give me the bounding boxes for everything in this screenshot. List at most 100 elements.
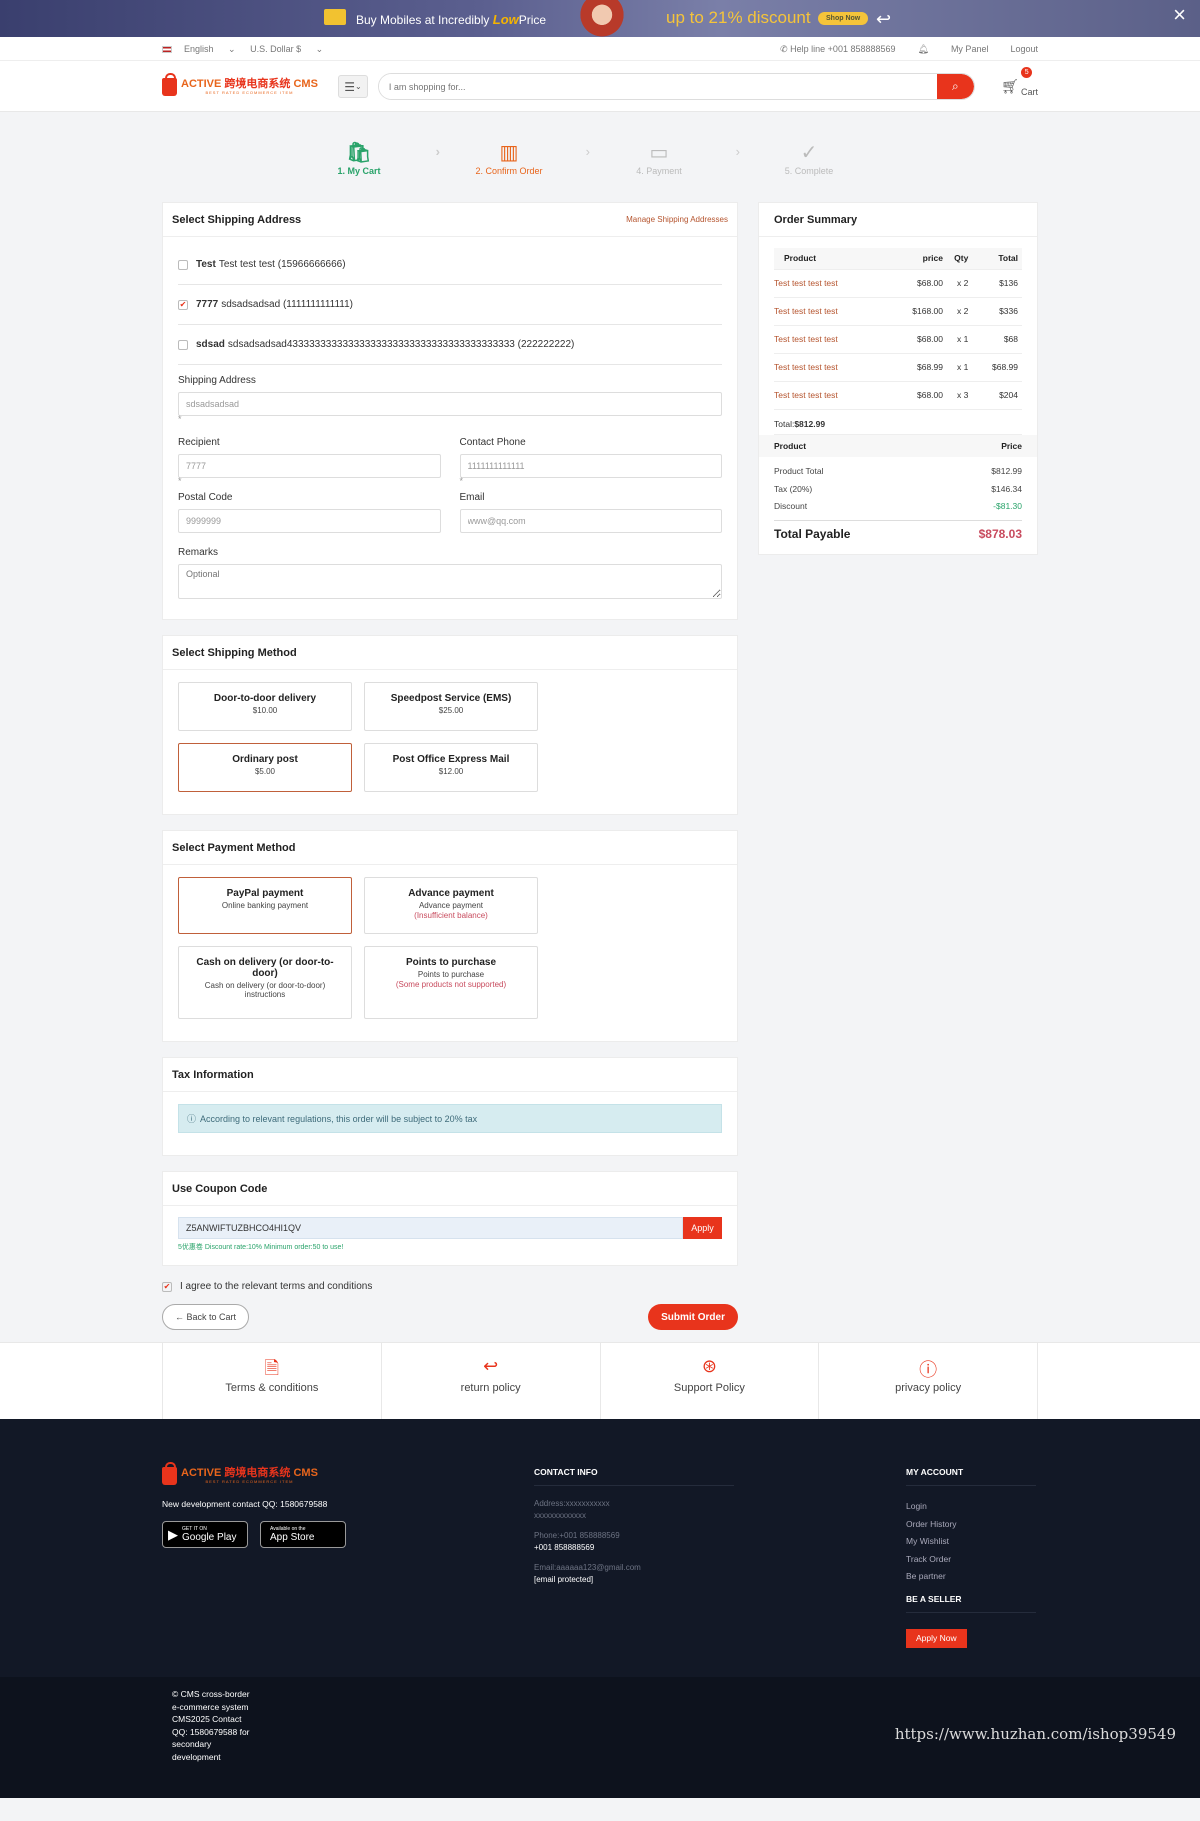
currency-select[interactable]: U.S. Dollar $ ⌄ [250,44,323,54]
footer-link-login[interactable]: Login [906,1498,1038,1516]
footer-link-wishlist[interactable]: My Wishlist [906,1533,1038,1551]
shipping-option-ems[interactable]: Speedpost Service (EMS) $25.00 [364,682,538,731]
contact-info-title: CONTACT INFO [534,1467,734,1486]
lifebuoy-icon: ⊛ [701,1356,717,1376]
shop-now-button[interactable]: Shop Now [818,12,869,25]
apply-coupon-button[interactable]: Apply [683,1217,722,1239]
search-input[interactable] [378,74,937,99]
shipping-address-label: Shipping Address [178,375,256,386]
check-circle-icon: ✓ [800,142,818,164]
promo-banner[interactable]: Buy Mobiles at Incredibly LowPrice up to… [0,0,1200,37]
shopping-bag-logo-icon [162,72,177,96]
footer-logo[interactable]: ACTIVE 跨境电商系统 CMS BEST RATED ECOMMERCE I… [162,1462,534,1485]
category-menu-button[interactable]: ☰ ⌄ [337,75,368,98]
address-checkbox[interactable] [178,339,188,350]
recipient-field[interactable] [178,454,441,478]
phone-icon: ✆ [780,43,788,54]
manage-addresses-link[interactable]: Manage Shipping Addresses [626,215,728,224]
product-link[interactable]: Test test test test [774,353,889,382]
terms-agreement[interactable]: ✔ I agree to the relevant terms and cond… [162,1281,738,1292]
my-account-title: MY ACCOUNT [906,1467,1036,1486]
remarks-field[interactable] [178,564,722,599]
order-summary-card: Order Summary Product price Qty Total Te… [758,202,1038,555]
watermark-text: https://www.huzhan.com/ishop39549 [894,1725,1176,1743]
product-link[interactable]: Test test test test [774,381,889,410]
step-complete: ✓ 5. Complete [734,140,884,196]
promo-model-image [574,0,630,37]
address-checkbox[interactable] [178,259,188,270]
product-link[interactable]: Test test test test [774,269,889,298]
section-title: Tax Information [172,1068,254,1081]
footer: ACTIVE 跨境电商系统 CMS BEST RATED ECOMMERCE I… [0,1419,1200,1677]
footer-link-be-partner[interactable]: Be partner [906,1568,1038,1586]
footer-link-order-history[interactable]: Order History [906,1516,1038,1534]
payment-option-cod[interactable]: Cash on delivery (or door-to-door) Cash … [178,946,352,1019]
table-row: Test test test test $68.99 x 1 $68.99 [774,353,1022,382]
policy-return[interactable]: ↩ return policy [382,1343,601,1419]
bell-icon[interactable]: 🔔︎ [918,44,929,55]
app-store-button[interactable]: Available on the App Store [260,1521,346,1548]
search-bar: ⌕ [377,73,975,100]
shipping-option-ordinary-post[interactable]: Ordinary post $5.00 [178,743,352,792]
footer-link-track-order[interactable]: Track Order [906,1551,1038,1569]
remarks-label: Remarks [178,547,219,558]
footer-phone: Phone:+001 858888569 +001 858888569 [534,1531,620,1552]
language-select[interactable]: English ⌄ [162,44,236,54]
shipping-address-field[interactable] [178,392,722,416]
items-total: Total:$812.99 [774,410,1022,435]
shipping-option-express-mail[interactable]: Post Office Express Mail $12.00 [364,743,538,792]
address-option[interactable]: Test Test test test (15966666666) [178,245,722,285]
product-total-line: Product Total $812.99 [774,466,1022,477]
tax-info-card: Tax Information ⓘ According to relevant … [162,1057,738,1156]
product-link[interactable]: Test test test test [774,325,889,354]
search-button[interactable]: ⌕ [936,74,974,99]
my-panel-link[interactable]: My Panel [951,44,989,54]
payment-option-advance[interactable]: Advance payment Advance payment (Insuffi… [364,877,538,934]
postal-code-field[interactable] [178,509,441,533]
section-title: Select Shipping Method [172,646,297,659]
policy-privacy[interactable]: ⓘ privacy policy [819,1343,1038,1419]
cart-button[interactable]: 🛒︎ 5 Cart [1001,66,1038,97]
submit-order-button[interactable]: Submit Order [648,1304,738,1330]
payment-method-card: Select Payment Method PayPal payment Onl… [162,830,738,1042]
coupon-input[interactable] [178,1217,683,1239]
policy-support[interactable]: ⊛ Support Policy [601,1343,820,1419]
payment-option-paypal[interactable]: PayPal payment Online banking payment [178,877,352,934]
map-icon: ▥ [499,142,519,164]
apply-now-button[interactable]: Apply Now [906,1628,967,1648]
policy-bar: 🗎︎ Terms & conditions ↩ return policy ⊛ … [0,1342,1200,1419]
site-logo[interactable]: ACTIVE 跨境电商系统 CMS BEST RATED ECOMMERCE I… [162,72,318,96]
step-my-cart[interactable]: 🛍︎ 1. My Cart › [284,140,440,196]
email-field[interactable] [459,509,722,533]
section-title: Order Summary [774,213,858,226]
policy-terms[interactable]: 🗎︎ Terms & conditions [163,1343,382,1419]
logout-link[interactable]: Logout [1010,44,1038,54]
address-option[interactable]: ✔ 7777 sdsadsadsad (1111111111111) [178,285,722,325]
shopping-bag-logo-icon [162,1462,177,1485]
price-breakdown-header: Product Price [759,434,1037,457]
product-link[interactable]: Test test test test [774,297,889,326]
google-play-icon: ▶ [168,1526,178,1542]
cart-count-badge: 5 [1021,66,1033,78]
section-title: Select Payment Method [172,841,296,854]
checkout-steps: 🛍︎ 1. My Cart › ▥ 2. Confirm Order › ▭ 4… [284,140,884,196]
top-bar: English ⌄ U.S. Dollar $ ⌄ ✆ Help line +0… [0,37,1200,61]
table-row: Test test test test $68.00 x 2 $136 [774,269,1022,298]
tax-notice: ⓘ According to relevant regulations, thi… [178,1104,722,1133]
promo-text: Buy Mobiles at Incredibly LowPrice [356,12,547,27]
shipping-option-door-to-door[interactable]: Door-to-door delivery $10.00 [178,682,352,731]
section-title: Select Shipping Address [172,213,302,226]
shipping-address-card: Select Shipping Address Manage Shipping … [162,202,738,620]
terms-checkbox[interactable]: ✔ [162,1281,172,1292]
contact-phone-field[interactable] [459,454,722,478]
us-flag-icon [162,45,172,53]
total-payable: Total Payable $878.03 [774,520,1022,554]
address-checkbox-checked[interactable]: ✔ [178,299,188,310]
google-play-button[interactable]: ▶ GET IT ON Google Play [162,1521,248,1548]
coupon-card: Use Coupon Code Apply 5优惠卷 Discount rate… [162,1171,738,1266]
payment-option-points[interactable]: Points to purchase Points to purchase (S… [364,946,538,1019]
close-icon[interactable]: × [1173,4,1186,26]
address-option[interactable]: sdsad sdsadsadsad43333333333333333333333… [178,325,722,365]
credit-card-icon: ▭ [649,142,669,164]
back-to-cart-button[interactable]: ← Back to Cart [162,1304,250,1330]
